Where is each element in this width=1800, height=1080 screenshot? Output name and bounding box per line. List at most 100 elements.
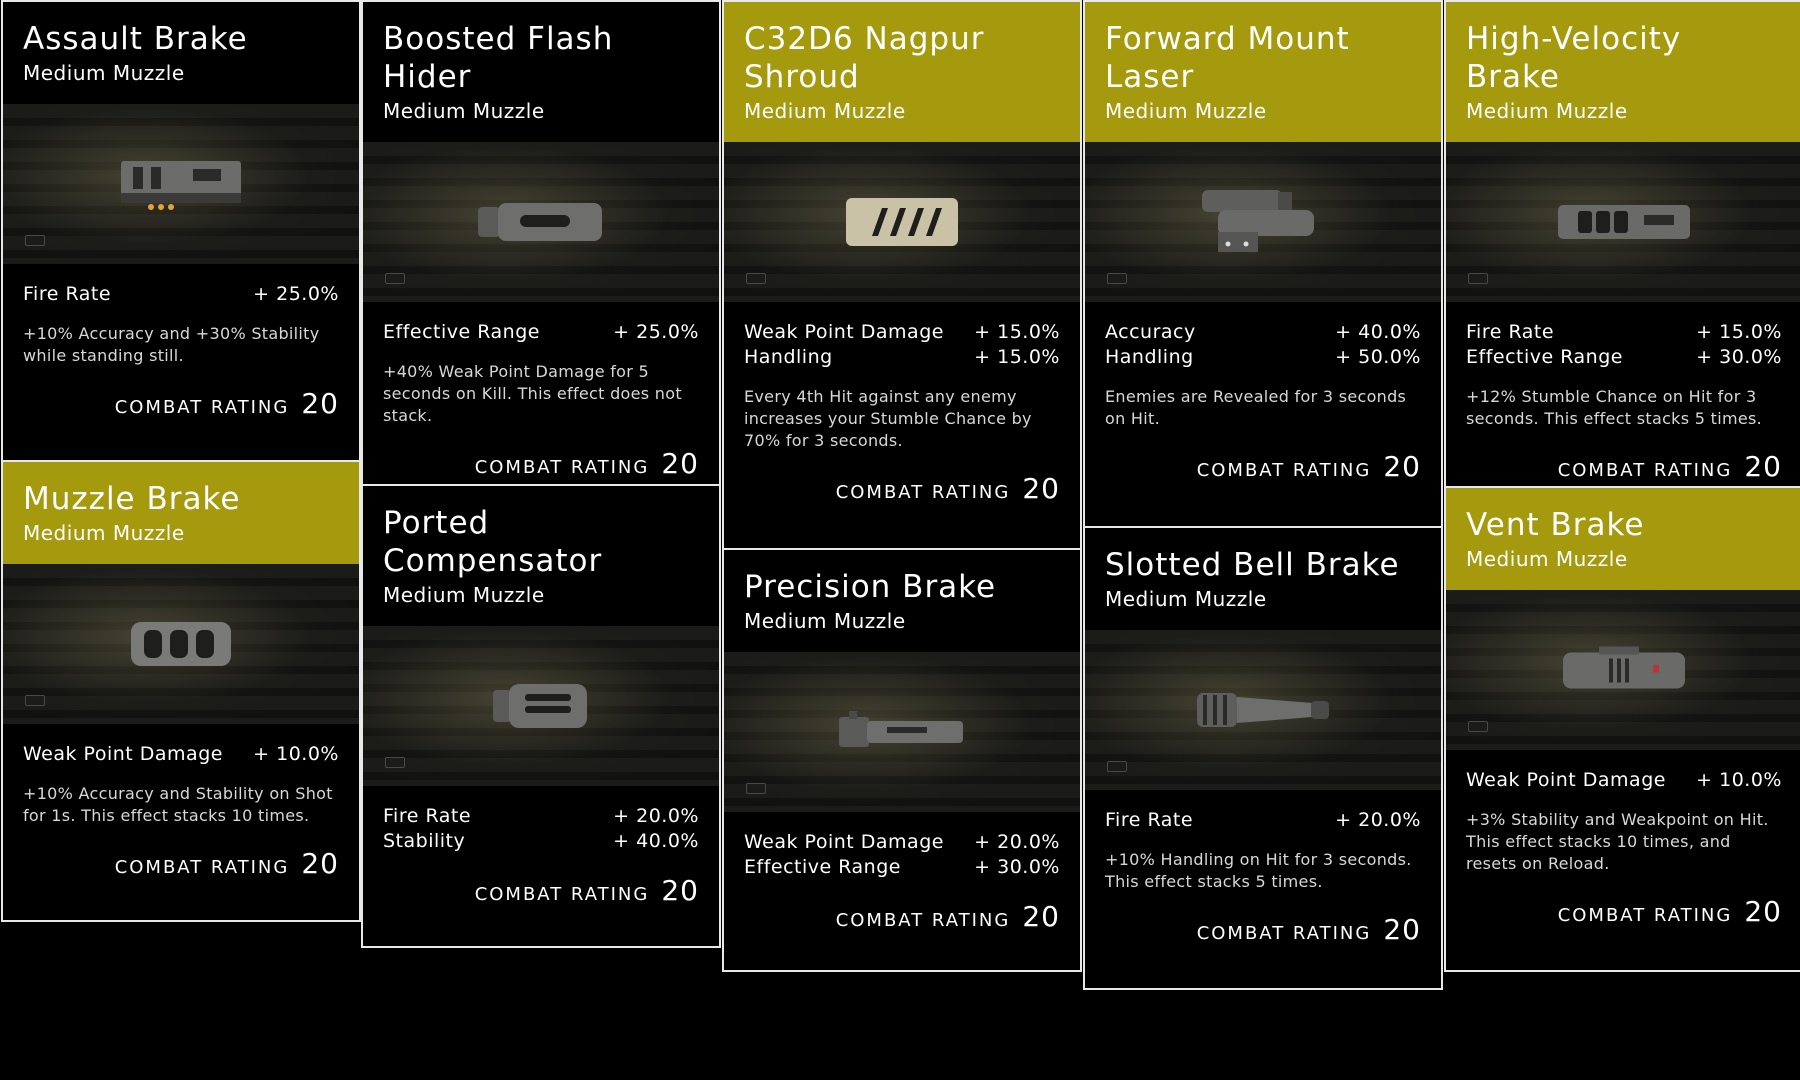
stat-row: Effective Range + 25.0% — [383, 320, 699, 345]
stat-row: Fire Rate + 20.0% — [1105, 808, 1421, 833]
card-image — [363, 142, 719, 302]
card-header: Assault Brake Medium Muzzle — [3, 2, 359, 104]
stat-row: Weak Point Damage + 15.0% — [744, 320, 1060, 345]
hv-brake-icon — [1558, 205, 1690, 239]
card-subtitle: Medium Muzzle — [383, 583, 545, 607]
rating-label: COMBAT RATING — [1557, 905, 1733, 926]
rating-label: COMBAT RATING — [1196, 923, 1372, 944]
stat-row: Weak Point Damage + 20.0% — [744, 830, 1060, 855]
rating-label: COMBAT RATING — [114, 857, 290, 878]
stat-value: + 25.0% — [613, 321, 699, 343]
card-description: +10% Accuracy and +30% Stability while s… — [23, 324, 320, 365]
laser-icon — [1202, 190, 1314, 252]
card-body: Effective Range + 25.0% +40% Weak Point … — [363, 302, 719, 484]
rating-label: COMBAT RATING — [1557, 460, 1733, 481]
card-title: Vent Brake — [1466, 507, 1645, 543]
stat-value: + 40.0% — [1335, 321, 1421, 343]
rating-value: 20 — [1383, 450, 1421, 483]
stat-value: + 20.0% — [974, 831, 1060, 853]
stat-value: + 15.0% — [974, 321, 1060, 343]
card-image — [1446, 142, 1800, 302]
rating-label: COMBAT RATING — [835, 910, 1011, 931]
stat-label: Weak Point Damage — [744, 321, 944, 343]
card-header: Forward Mount Laser Medium Muzzle — [1085, 2, 1441, 142]
thumb-tag — [746, 273, 766, 284]
mod-card-ported-compensator[interactable]: Ported Compensator Medium Muzzle Fire Ra… — [361, 484, 721, 948]
card-body: Fire Rate + 20.0% Stability + 40.0% COMB… — [363, 786, 719, 929]
compensator-icon — [493, 684, 587, 728]
rating-label: COMBAT RATING — [114, 397, 290, 418]
stat-row: Handling + 15.0% — [744, 345, 1060, 370]
stat-label: Weak Point Damage — [744, 831, 944, 853]
stat-row: Handling + 50.0% — [1105, 345, 1421, 370]
card-title: Boosted Flash Hider — [383, 21, 614, 95]
card-subtitle: Medium Muzzle — [744, 99, 906, 123]
card-image — [1085, 630, 1441, 790]
stat-value: + 30.0% — [974, 856, 1060, 878]
stat-label: Handling — [1105, 346, 1194, 368]
card-image — [3, 104, 359, 264]
rating-value: 20 — [301, 387, 339, 420]
mod-card-assault-brake[interactable]: Assault Brake Medium Muzzle Fire Rate + … — [1, 0, 361, 462]
rating-value: 20 — [1744, 450, 1782, 483]
card-title: Forward Mount Laser — [1105, 21, 1350, 95]
combat-rating: COMBAT RATING 20 — [383, 447, 699, 480]
stat-row: Effective Range + 30.0% — [1466, 345, 1782, 370]
rating-value: 20 — [661, 447, 699, 480]
card-subtitle: Medium Muzzle — [383, 99, 545, 123]
stat-value: + 15.0% — [974, 346, 1060, 368]
rating-label: COMBAT RATING — [835, 482, 1011, 503]
rating-label: COMBAT RATING — [474, 457, 650, 478]
combat-rating: COMBAT RATING 20 — [383, 874, 699, 907]
card-body: Weak Point Damage + 20.0% Effective Rang… — [724, 812, 1080, 955]
combat-rating: COMBAT RATING 20 — [744, 472, 1060, 505]
mod-card-boosted-flash-hider[interactable]: Boosted Flash Hider Medium Muzzle Effect… — [361, 0, 721, 486]
card-description: Enemies are Revealed for 3 seconds on Hi… — [1105, 387, 1407, 428]
card-header: Muzzle Brake Medium Muzzle — [3, 462, 359, 564]
card-header: Precision Brake Medium Muzzle — [724, 550, 1080, 652]
stat-label: Weak Point Damage — [1466, 769, 1666, 791]
combat-rating: COMBAT RATING 20 — [1105, 450, 1421, 483]
card-body: Fire Rate + 25.0% +10% Accuracy and +30%… — [3, 264, 359, 442]
card-subtitle: Medium Muzzle — [1105, 587, 1267, 611]
card-body: Accuracy + 40.0% Handling + 50.0% Enemie… — [1085, 302, 1441, 505]
rating-value: 20 — [661, 874, 699, 907]
assault-brake-icon — [121, 161, 241, 210]
mod-card-forward-mount-laser[interactable]: Forward Mount Laser Medium Muzzle Accura… — [1083, 0, 1443, 528]
card-image — [1085, 142, 1441, 302]
mod-card-muzzle-brake[interactable]: Muzzle Brake Medium Muzzle Weak Point Da… — [1, 460, 361, 922]
thumb-tag — [1468, 273, 1488, 284]
stat-label: Fire Rate — [1466, 321, 1555, 343]
thumb-tag — [1107, 273, 1127, 284]
card-title: C32D6 Nagpur Shroud — [744, 21, 985, 95]
thumb-tag — [746, 783, 766, 794]
mod-card-precision-brake[interactable]: Precision Brake Medium Muzzle Weak Point… — [722, 548, 1082, 972]
shroud-icon — [846, 198, 958, 246]
card-title: Ported Compensator — [383, 505, 603, 579]
combat-rating: COMBAT RATING 20 — [1466, 895, 1782, 928]
stat-row: Effective Range + 30.0% — [744, 855, 1060, 880]
card-subtitle: Medium Muzzle — [1466, 99, 1628, 123]
stat-label: Stability — [383, 830, 466, 852]
card-image — [3, 564, 359, 724]
combat-rating: COMBAT RATING 20 — [1466, 450, 1782, 483]
thumb-tag — [385, 757, 405, 768]
stat-row: Fire Rate + 25.0% — [23, 282, 339, 307]
thumb-tag — [1107, 761, 1127, 772]
stat-row: Weak Point Damage + 10.0% — [23, 742, 339, 767]
mod-card-vent-brake[interactable]: Vent Brake Medium Muzzle Weak Point Dama… — [1444, 486, 1800, 972]
stat-row: Stability + 40.0% — [383, 829, 699, 854]
card-body: Weak Point Damage + 15.0% Handling + 15.… — [724, 302, 1080, 527]
precision-brake-icon — [839, 711, 963, 747]
mod-card-slotted-bell-brake[interactable]: Slotted Bell Brake Medium Muzzle Fire Ra… — [1083, 526, 1443, 990]
card-header: Vent Brake Medium Muzzle — [1446, 488, 1800, 590]
combat-rating: COMBAT RATING 20 — [23, 387, 339, 420]
rating-value: 20 — [1022, 900, 1060, 933]
combat-rating: COMBAT RATING 20 — [23, 847, 339, 880]
mod-card-c32d6-nagpur-shroud[interactable]: C32D6 Nagpur Shroud Medium Muzzle Weak P… — [722, 0, 1082, 550]
mod-card-high-velocity-brake[interactable]: High-Velocity Brake Medium Muzzle Fire R… — [1444, 0, 1800, 488]
muzzle-brake-icon — [131, 622, 231, 666]
stat-row: Fire Rate + 20.0% — [383, 804, 699, 829]
stat-row: Accuracy + 40.0% — [1105, 320, 1421, 345]
combat-rating: COMBAT RATING 20 — [744, 900, 1060, 933]
